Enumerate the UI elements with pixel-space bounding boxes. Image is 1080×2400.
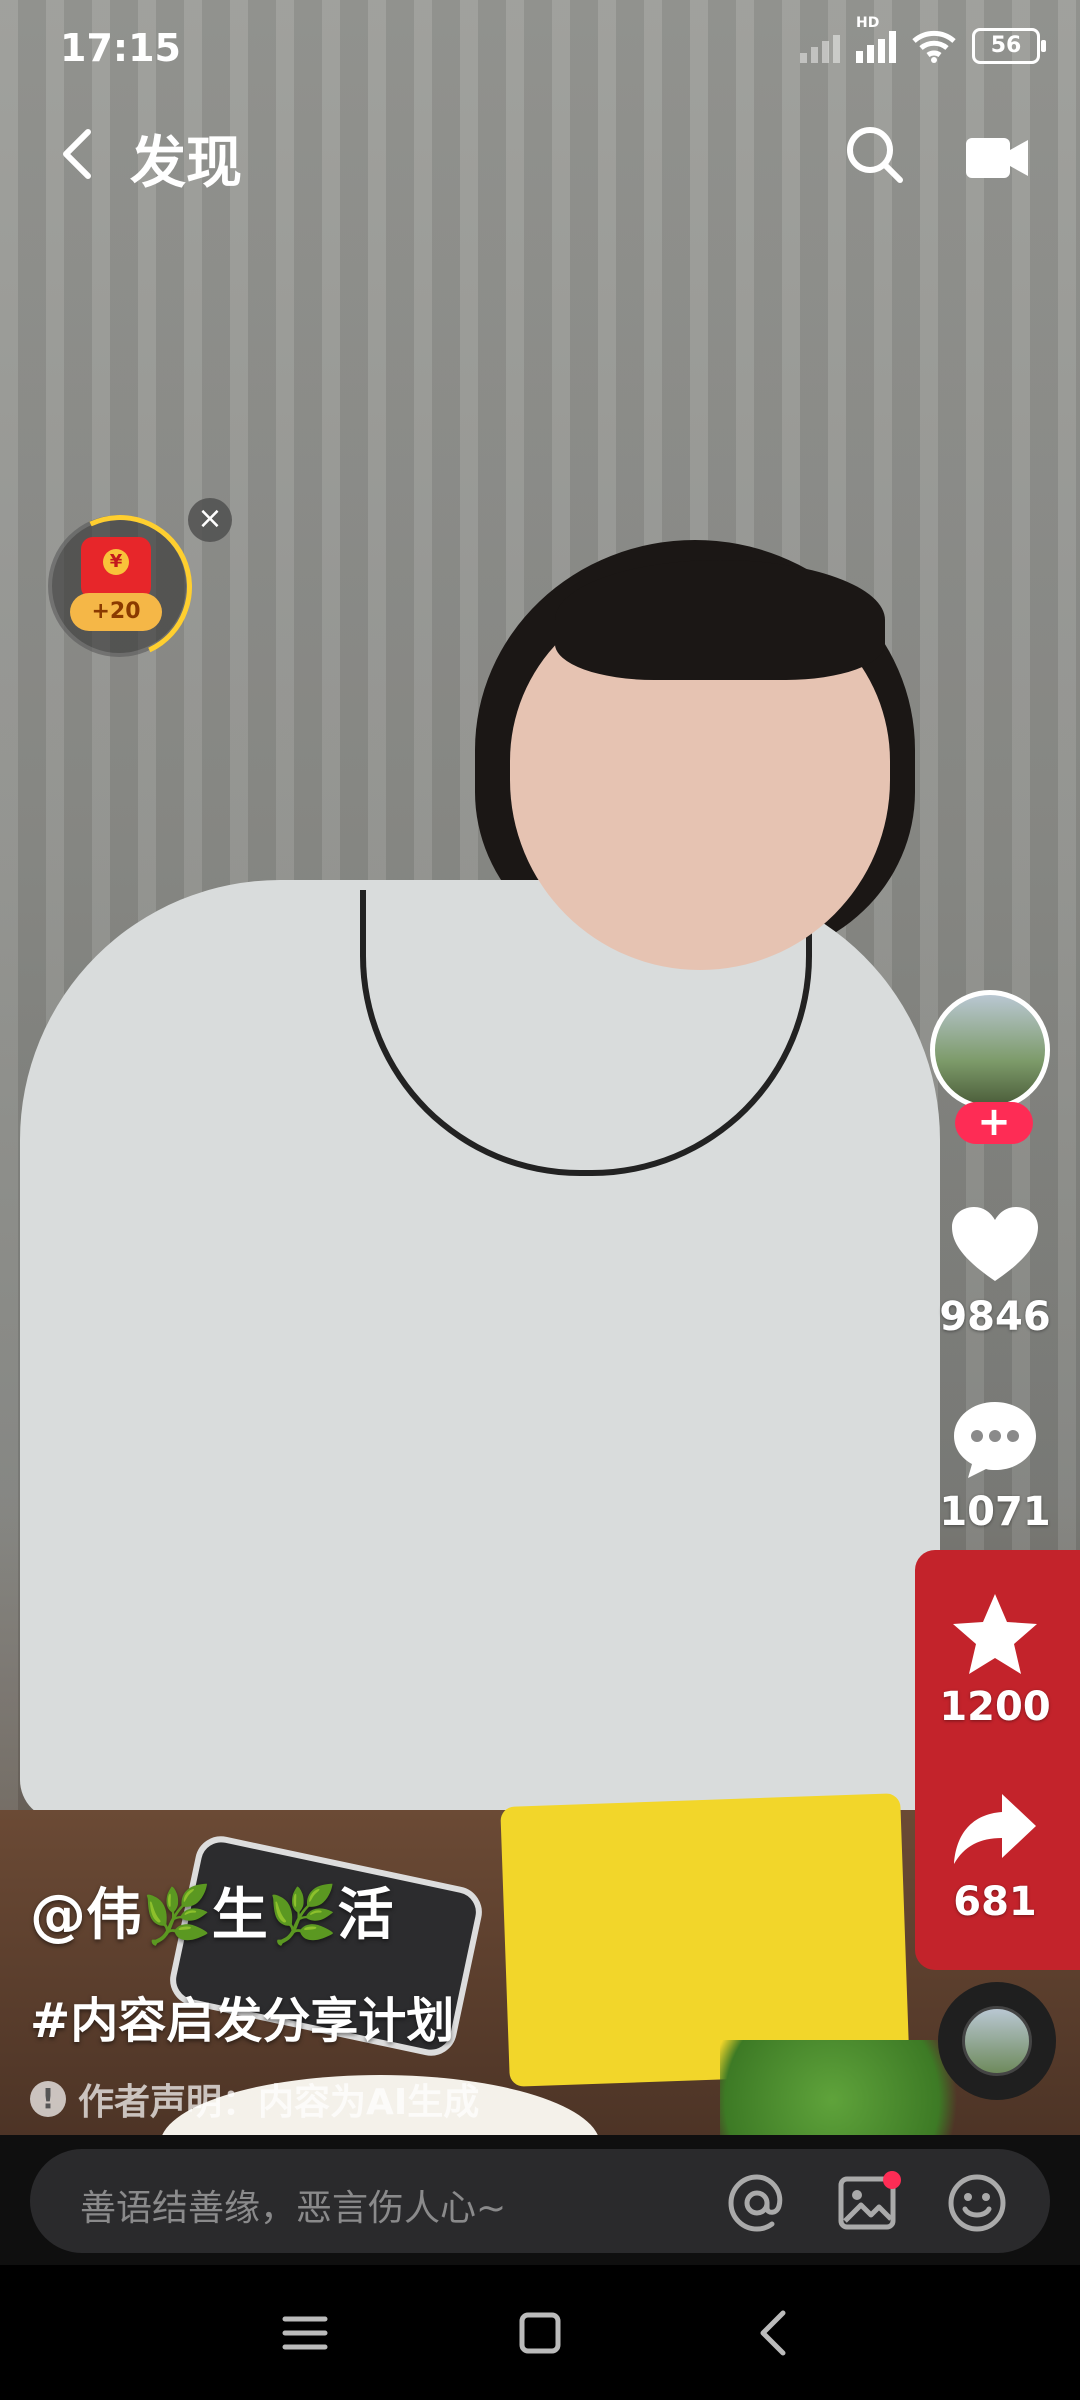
home-icon[interactable]	[510, 2303, 570, 2363]
like-button[interactable]: 9846	[930, 1190, 1060, 1340]
ai-disclaimer: ! 作者声明：内容为AI生成	[30, 2073, 890, 2125]
author-name[interactable]: @伟🌿生🌿活	[30, 1870, 890, 1951]
hashtag-topic[interactable]: #内容启发分享计划	[30, 1981, 890, 2051]
video-player[interactable]	[0, 0, 1080, 2135]
music-disc[interactable]	[938, 1982, 1056, 2100]
nav-back-icon[interactable]	[745, 2303, 805, 2363]
notification-dot	[883, 2171, 901, 2189]
battery-icon: 56	[972, 28, 1046, 64]
video-caption: @伟🌿生🌿活 #内容启发分享计划 ! 作者声明：内容为AI生成	[30, 1870, 890, 2125]
status-icons: HD 56	[800, 15, 1046, 64]
emoji-icon[interactable]	[945, 2171, 1009, 2235]
follow-button[interactable]: +	[955, 1102, 1033, 1144]
comment-button[interactable]: 1071	[930, 1385, 1060, 1535]
like-count: 9846	[939, 1294, 1051, 1340]
network-type: HD	[856, 15, 880, 31]
wifi-icon	[912, 30, 956, 63]
share-arrow-icon	[954, 1794, 1036, 1864]
share-button[interactable]: 681	[930, 1775, 1060, 1925]
camera-icon[interactable]	[962, 128, 1032, 188]
star-icon	[953, 1594, 1037, 1674]
info-icon: !	[30, 2081, 66, 2117]
comment-placeholder: 善语结善缘，恶言伤人心~	[80, 2188, 507, 2229]
red-packet-widget[interactable]: +20	[27, 494, 213, 680]
favorite-count: 1200	[939, 1684, 1051, 1730]
comment-count: 1071	[939, 1489, 1051, 1535]
comment-input[interactable]: 善语结善缘，恶言伤人心~	[30, 2149, 1050, 2253]
search-icon[interactable]	[840, 120, 910, 190]
comment-bar: 善语结善缘，恶言伤人心~	[0, 2135, 1080, 2265]
signal-icon	[800, 29, 840, 63]
comment-icon	[954, 1402, 1036, 1478]
heart-icon	[952, 1207, 1038, 1281]
video-content	[555, 560, 885, 680]
system-nav-bar	[0, 2265, 1080, 2400]
menu-icon[interactable]	[275, 2303, 335, 2363]
share-count: 681	[953, 1879, 1037, 1925]
back-icon[interactable]	[50, 124, 110, 184]
status-time: 17:15	[60, 26, 181, 70]
reward-bonus: +20	[70, 593, 162, 631]
author-avatar[interactable]	[930, 990, 1050, 1110]
close-icon[interactable]: ×	[188, 498, 232, 542]
music-cover	[962, 2006, 1032, 2076]
red-packet-icon	[81, 537, 151, 599]
favorite-button[interactable]: 1200	[930, 1580, 1060, 1730]
status-bar: 17:15 HD 56	[0, 0, 1080, 100]
at-mention-icon[interactable]	[725, 2171, 789, 2235]
signal-hd-icon: HD	[856, 15, 896, 63]
disclaimer-text: 作者声明：内容为AI生成	[78, 2082, 480, 2123]
page-title: 发现	[130, 131, 242, 196]
top-bar: 发现	[0, 110, 1080, 200]
